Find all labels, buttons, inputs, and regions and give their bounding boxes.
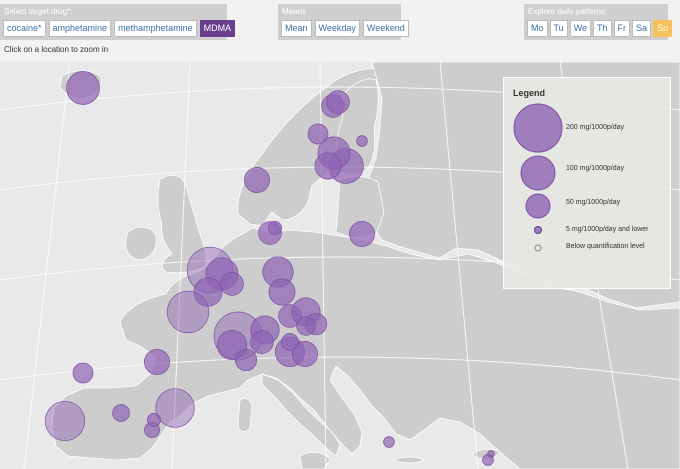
location-bubble-cyprus-south[interactable] [482, 454, 494, 466]
location-bubble-geneva[interactable] [250, 330, 274, 354]
daily-patterns-title: Explore daily patterns: [528, 7, 608, 16]
location-bubble-madrid[interactable] [112, 404, 130, 422]
drug-button-methamphetamine[interactable]: methamphetamine [114, 20, 197, 37]
legend-circle-5 [534, 226, 542, 234]
europe-map[interactable]: Legend 200 mg/1000p/day 100 mg/1000p/day… [0, 62, 680, 469]
location-bubble-vilnius-region[interactable] [349, 221, 375, 247]
drug-button-row: cocaine* amphetamine methamphetamine MDM… [3, 20, 236, 37]
land-sardinia [237, 398, 253, 432]
legend-circle-200 [513, 103, 563, 153]
day-button-row: Mo Tu We Th Fr Sa Su [527, 20, 673, 37]
legend-circle-50 [525, 193, 551, 219]
legend-circle-below-loq [534, 244, 542, 252]
location-bubble-kuopio[interactable] [326, 90, 350, 114]
means-panel: Means Mean Weekday Weekend [278, 4, 409, 40]
location-bubble-ljubljana[interactable] [281, 333, 299, 351]
location-bubble-utrecht[interactable] [220, 272, 244, 296]
land-crete [393, 456, 425, 464]
legend-label-100: 100 mg/1000p/day [566, 165, 624, 172]
drug-selector-title: Select target drug*: [4, 7, 73, 16]
legend-label-below-loq: Below quantification level [566, 243, 645, 250]
day-button-we[interactable]: We [569, 20, 592, 37]
location-bubble-oslo[interactable] [244, 167, 270, 193]
legend-label-200: 200 mg/1000p/day [566, 124, 624, 131]
legend-label-5: 5 mg/1000p/day and lower [566, 226, 649, 233]
day-button-tu[interactable]: Tu [549, 20, 568, 37]
daily-patterns-panel: Explore daily patterns: Mo Tu We Th Fr S… [524, 4, 673, 40]
location-bubble-espoo[interactable] [356, 135, 368, 147]
day-button-sa[interactable]: Sa [632, 20, 652, 37]
drug-button-amphetamine[interactable]: amphetamine [48, 20, 112, 37]
means-button-weekday[interactable]: Weekday [314, 20, 360, 37]
legend-circle-100 [520, 155, 556, 191]
day-button-fr[interactable]: Fr [613, 20, 631, 37]
location-bubble-santiago[interactable] [72, 362, 94, 384]
location-bubble-bratislava[interactable] [296, 316, 316, 336]
drug-button-cocaine[interactable]: cocaine* [3, 20, 46, 37]
means-button-mean[interactable]: Mean [281, 20, 312, 37]
location-bubble-reykjavik[interactable] [66, 71, 100, 105]
day-button-th[interactable]: Th [593, 20, 612, 37]
legend-label-50: 50 mg/1000p/day [566, 199, 621, 206]
map-legend: Legend 200 mg/1000p/day 100 mg/1000p/day… [503, 77, 671, 289]
location-bubble-milan[interactable] [234, 348, 258, 372]
means-title: Means [282, 7, 307, 16]
location-bubble-bordeaux[interactable] [144, 349, 170, 375]
drug-selector-panel: Select target drug*: cocaine* amphetamin… [0, 4, 236, 40]
means-button-row: Mean Weekday Weekend [281, 20, 409, 37]
location-bubble-barcelona[interactable] [155, 388, 195, 428]
location-bubble-malmo[interactable] [268, 221, 282, 235]
map-hint: Click on a location to zoom in [4, 45, 109, 54]
location-bubble-tampere[interactable] [314, 152, 342, 180]
location-bubble-paris[interactable] [166, 290, 210, 334]
means-button-weekend[interactable]: Weekend [362, 20, 409, 37]
day-button-mo[interactable]: Mo [527, 20, 548, 37]
land-ireland [125, 226, 157, 261]
drug-button-mdma[interactable]: MDMA [199, 20, 236, 37]
location-bubble-dresden[interactable] [268, 278, 296, 306]
day-button-su[interactable]: Su [653, 20, 673, 37]
location-bubble-athens[interactable] [383, 436, 395, 448]
legend-symbols [513, 103, 563, 252]
location-bubble-lisbon[interactable] [44, 400, 86, 442]
